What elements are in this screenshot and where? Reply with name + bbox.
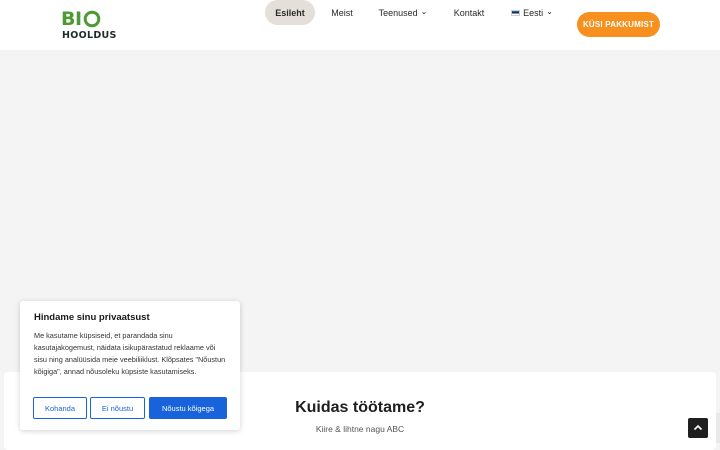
leaf-ring-icon — [83, 10, 101, 28]
nav-item-teenused[interactable]: Teenused ⌄ — [372, 0, 434, 25]
estonia-flag-icon — [511, 9, 521, 16]
cookie-title: Hindame sinu privaatsust — [34, 312, 150, 323]
nav-item-label: Kontakt — [453, 7, 485, 18]
language-label: Eesti — [523, 7, 544, 18]
bio-hooldus-logo[interactable]: BI HOOLDUS — [61, 8, 117, 41]
nav-item-meist[interactable]: Meist — [324, 0, 360, 25]
nav-item-label: Meist — [331, 7, 353, 18]
chevron-down-icon: ⌄ — [546, 7, 553, 16]
cookie-consent-banner: Hindame sinu privaatsust Me kasutame küp… — [20, 301, 240, 430]
nav-item-label: Esileht — [275, 7, 305, 18]
customize-button[interactable]: Kohanda — [33, 397, 87, 419]
reject-button[interactable]: Ei nõustu — [90, 397, 145, 419]
request-quote-button[interactable]: KÜSI PAKKUMIST — [577, 12, 660, 37]
logo-text-bottom: HOOLDUS — [62, 30, 117, 41]
accept-all-button[interactable]: Nõustu kõigega — [149, 397, 227, 419]
logo-text-top: BI — [61, 8, 82, 30]
chevron-down-icon: ⌄ — [420, 7, 428, 16]
nav-item-label: Teenused — [378, 7, 418, 18]
nav-item-esileht[interactable]: Esileht — [265, 0, 315, 25]
cookie-text: Me kasutame küpsiseid, et parandada sinu… — [34, 331, 226, 376]
nav-item-kontakt[interactable]: Kontakt — [447, 0, 491, 25]
recaptcha-badge[interactable] — [716, 413, 720, 443]
site-header: BI HOOLDUS Esileht Meist Teenused ⌄ Kont… — [0, 0, 720, 50]
language-selector[interactable]: Eesti ⌄ — [505, 0, 559, 25]
chevron-up-icon — [693, 424, 703, 431]
scroll-to-top-button[interactable] — [688, 418, 708, 438]
